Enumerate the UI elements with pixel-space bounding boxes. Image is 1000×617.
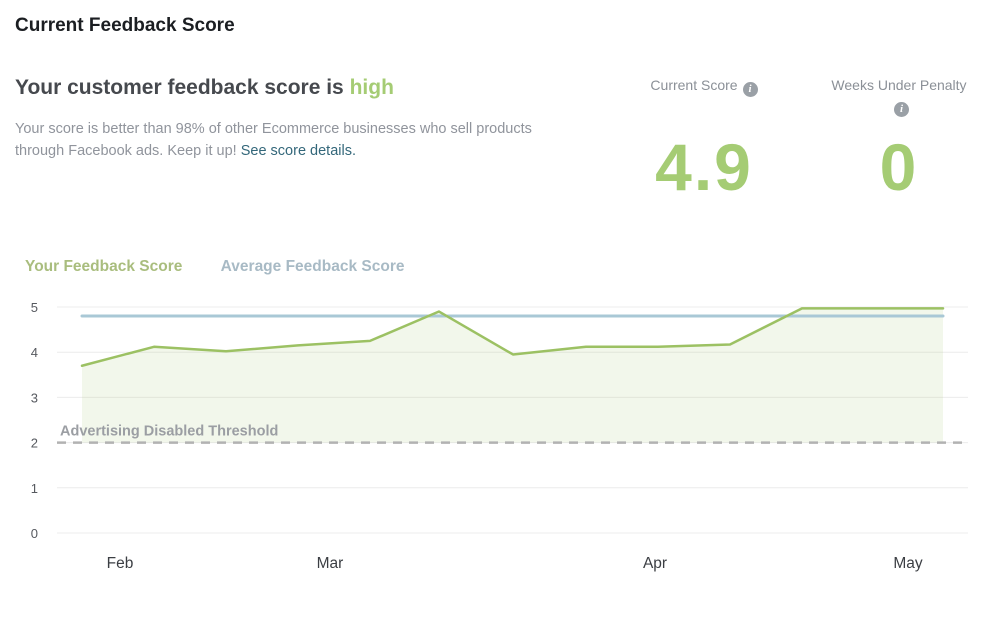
feedback-score-chart: 5 4 3 2 1 0 Advertising Disabled Threshold Feb M… (31, 300, 968, 572)
x-axis-label: Feb (107, 555, 134, 572)
stat-current-score-label-text: Current Score (650, 77, 738, 93)
see-score-details-link[interactable]: See score details. (241, 143, 356, 159)
stat-current-score-label: Current Score i (623, 77, 785, 97)
weeks-under-penalty-value: 0 (879, 130, 919, 204)
summary-heading-text: Your customer feedback score is (15, 76, 344, 99)
threshold-label: Advertising Disabled Threshold (60, 424, 278, 440)
stat-weeks-under-penalty: Weeks Under Penalty i 0 (816, 77, 982, 200)
y-tick-label: 4 (31, 345, 38, 360)
x-axis-label: May (893, 555, 923, 572)
y-tick-label: 2 (31, 436, 38, 451)
stat-weeks-under-penalty-label-text: Weeks Under Penalty (831, 77, 967, 93)
summary-body: Your score is better than 98% of other E… (15, 119, 571, 162)
summary-heading: Your customer feedback score is high (15, 76, 394, 100)
info-icon[interactable]: i (742, 82, 758, 97)
chart-legend: Your Feedback Score Average Feedback Sco… (25, 258, 438, 276)
info-icon[interactable]: i (894, 102, 909, 117)
score-area (82, 308, 943, 443)
score-status-text: high (349, 76, 394, 99)
stat-weeks-info-row: i (816, 97, 982, 117)
y-tick-label: 3 (31, 390, 38, 405)
page-title: Current Feedback Score (15, 15, 235, 36)
stat-weeks-under-penalty-label: Weeks Under Penalty i (816, 77, 982, 117)
y-tick-label: 0 (31, 526, 38, 541)
x-axis-label: Apr (643, 555, 667, 572)
legend-item-your-feedback-score[interactable]: Your Feedback Score (25, 258, 182, 276)
feedback-score-panel: Current Feedback Score Your customer fee… (0, 0, 1000, 617)
legend-item-average-feedback-score[interactable]: Average Feedback Score (221, 258, 405, 276)
stat-current-score: Current Score i 4.9 (623, 77, 785, 200)
x-axis-label: Mar (317, 555, 344, 572)
y-tick-label: 5 (31, 300, 38, 315)
current-score-value: 4.9 (655, 130, 753, 204)
y-tick-label: 1 (31, 481, 38, 496)
